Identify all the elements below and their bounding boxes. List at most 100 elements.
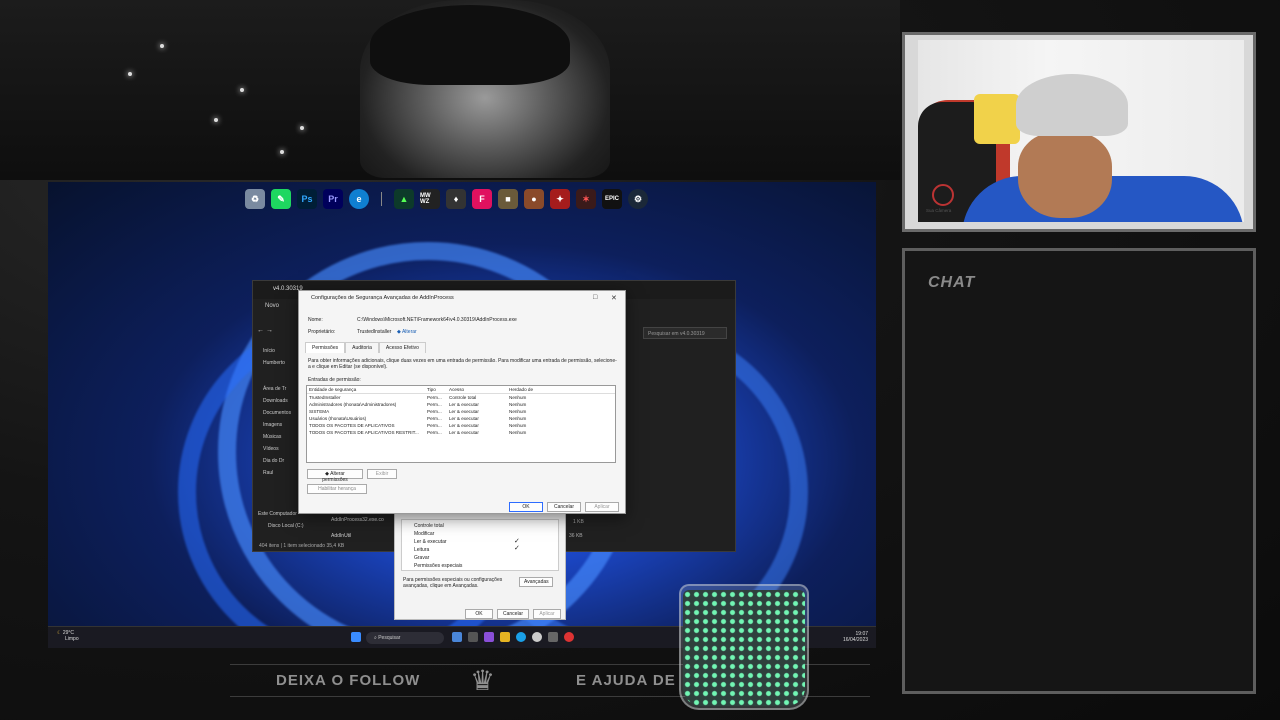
- premiere-icon[interactable]: Pr: [323, 189, 343, 209]
- cell: Controle total: [449, 395, 477, 400]
- tab-effective-access[interactable]: Acesso Efetivo: [378, 342, 426, 353]
- overlay-top-art: [0, 0, 900, 180]
- weather-widget[interactable]: ☾ 29°C Limpo: [57, 630, 79, 642]
- cell: TrustedInstaller: [309, 395, 341, 400]
- taskbar-search-label: Pesquisar: [378, 635, 401, 641]
- cell: Administradores (Ihonata\Administradores…: [309, 402, 397, 407]
- table-row[interactable]: TrustedInstaller Perm... Controle total Nen…: [307, 394, 615, 402]
- perm-row: Ler & executar: [414, 539, 447, 545]
- nav-item-downloads[interactable]: Downloads: [253, 395, 301, 407]
- perm-row: Controle total: [414, 523, 444, 529]
- webcam-feed: Sua Câmera: [918, 40, 1244, 222]
- stream-overlay: ♻ ✎ Ps Pr e ▲ MW WZ ♦ F ■ ● ✦ ✶ EPIC ⚙ v…: [0, 0, 1280, 720]
- new-button[interactable]: Novo: [265, 303, 279, 309]
- explorer-search-input[interactable]: Pesquisar em v4.0.30319: [643, 327, 727, 339]
- local-disk-label[interactable]: Disco Local (C:): [268, 523, 304, 529]
- advanced-security-dialog: Configurações de Segurança Avançadas de …: [298, 290, 626, 514]
- cell: Perm...: [427, 416, 442, 421]
- file-row[interactable]: AddInProcess32.exe.co: [331, 517, 384, 523]
- file-explorer-icon[interactable]: [500, 632, 510, 642]
- forza-icon[interactable]: F: [472, 189, 492, 209]
- warzone-icon[interactable]: MW WZ: [420, 189, 440, 209]
- start-icon[interactable]: [351, 632, 361, 642]
- taskbar-app-icon[interactable]: [484, 632, 494, 642]
- streamer-portrait-hair: [370, 5, 570, 85]
- steam-icon[interactable]: ⚙: [628, 189, 648, 209]
- nav-item-documents[interactable]: Documentos: [253, 407, 301, 419]
- edge-icon[interactable]: [516, 632, 526, 642]
- col-header[interactable]: Entidade de segurança: [307, 386, 425, 394]
- col-header[interactable]: Tipo: [425, 386, 447, 394]
- camera-badge-text: Sua Câmera: [926, 208, 952, 213]
- streamer-cap: [1016, 74, 1128, 136]
- permission-entries-table: Entidade de segurança Tipo Acesso Herdad…: [306, 385, 616, 463]
- enable-inheritance-button[interactable]: Habilitar herança: [307, 484, 367, 494]
- nav-item-desktop[interactable]: Área de Tr: [253, 383, 301, 395]
- game-icon[interactable]: ✦: [550, 189, 570, 209]
- nav-item-home[interactable]: Início: [253, 345, 301, 357]
- cell: Ler & executar: [449, 423, 479, 428]
- clock-date: 16/04/2023: [843, 637, 869, 643]
- ok-button[interactable]: OK: [509, 502, 543, 512]
- col-header[interactable]: Acesso: [447, 386, 507, 394]
- view-button[interactable]: Exibir: [367, 469, 397, 479]
- change-permissions-button[interactable]: ◆ Alterar permissões: [307, 469, 363, 483]
- nav-item-user[interactable]: Humberto: [253, 357, 301, 369]
- taskbar-app-icon[interactable]: [564, 632, 574, 642]
- col-header[interactable]: Herdado de: [507, 386, 615, 394]
- epic-games-icon[interactable]: EPIC: [602, 189, 622, 209]
- advanced-button[interactable]: Avançadas: [519, 577, 553, 587]
- nav-item-folder[interactable]: Dia do Dr: [253, 455, 301, 467]
- table-row[interactable]: SISTEMA Perm... Ler & executar Nenhum: [307, 408, 615, 415]
- game-icon[interactable]: ♦: [446, 189, 466, 209]
- spotify-icon[interactable]: ✎: [271, 189, 291, 209]
- sparkle: [280, 150, 284, 154]
- game-icon[interactable]: ▲: [394, 189, 414, 209]
- game-icon[interactable]: ●: [524, 189, 544, 209]
- taskbar-app-icon[interactable]: [452, 632, 462, 642]
- entries-label: Entradas de permissão:: [308, 377, 361, 383]
- witcher-icon[interactable]: ✶: [576, 189, 596, 209]
- apply-button[interactable]: Aplicar: [585, 502, 619, 512]
- nav-item-pictures[interactable]: Imagens: [253, 419, 301, 431]
- nav-item-folder[interactable]: Raul: [253, 467, 301, 479]
- nav-item-this-pc[interactable]: Este Computador Disco Local (C:): [258, 511, 304, 529]
- ok-button[interactable]: OK: [465, 609, 493, 619]
- cell: Nenhum: [509, 409, 527, 414]
- apply-button[interactable]: Aplicar: [533, 609, 561, 619]
- props-note: Para permissões especiais ou configuraçõ…: [403, 577, 503, 589]
- explorer-status-bar: 404 itens | 1 item selecionado 35,4 KB: [259, 543, 345, 549]
- taskbar-app-icon[interactable]: [468, 632, 478, 642]
- cancel-button[interactable]: Cancelar: [547, 502, 581, 512]
- table-row[interactable]: Administradores (Ihonata\Administradores…: [307, 401, 615, 408]
- nav-item-videos[interactable]: Vídeos: [253, 443, 301, 455]
- file-row[interactable]: AddInUtil: [331, 533, 351, 539]
- owner-change-link[interactable]: ◆ Alterar: [397, 329, 417, 335]
- recycle-bin-icon[interactable]: ♻: [245, 189, 265, 209]
- cancel-button[interactable]: Cancelar: [497, 609, 529, 619]
- edge-icon[interactable]: e: [349, 189, 369, 209]
- nav-item-music[interactable]: Músicas: [253, 431, 301, 443]
- table-row[interactable]: Usuários (Ihonata\Usuários) Perm... Ler & …: [307, 415, 615, 422]
- game-icon[interactable]: ■: [498, 189, 518, 209]
- photoshop-icon[interactable]: Ps: [297, 189, 317, 209]
- tab-audit[interactable]: Auditoria: [345, 342, 379, 353]
- cell: Nenhum: [509, 402, 527, 407]
- close-icon[interactable]: ✕: [611, 294, 617, 302]
- sparkle: [128, 72, 132, 76]
- cell: SISTEMA: [309, 409, 330, 414]
- cell: TODOS OS PACOTES DE APLICATIVOS RESTRIT.…: [309, 430, 419, 435]
- table-row[interactable]: TODOS OS PACOTES DE APLICATIVOS Perm... Le…: [307, 422, 615, 429]
- maximize-icon[interactable]: □: [593, 294, 597, 301]
- taskbar-search[interactable]: ⌕ Pesquisar: [366, 632, 444, 644]
- chrome-icon[interactable]: [532, 632, 542, 642]
- sparkle: [300, 126, 304, 130]
- banner-right-text: E AJUDA DE: [576, 672, 676, 689]
- nav-arrows[interactable]: ← →: [257, 327, 273, 334]
- owner-change-label: Alterar: [401, 329, 417, 335]
- taskbar-app-icon[interactable]: [548, 632, 558, 642]
- crown-icon: ♛: [470, 665, 496, 696]
- table-row[interactable]: TODOS OS PACOTES DE APLICATIVOS RESTRIT.…: [307, 429, 615, 436]
- taskbar-clock[interactable]: 19:07 16/04/2023: [843, 631, 868, 643]
- tab-permissions[interactable]: Permissões: [305, 342, 346, 353]
